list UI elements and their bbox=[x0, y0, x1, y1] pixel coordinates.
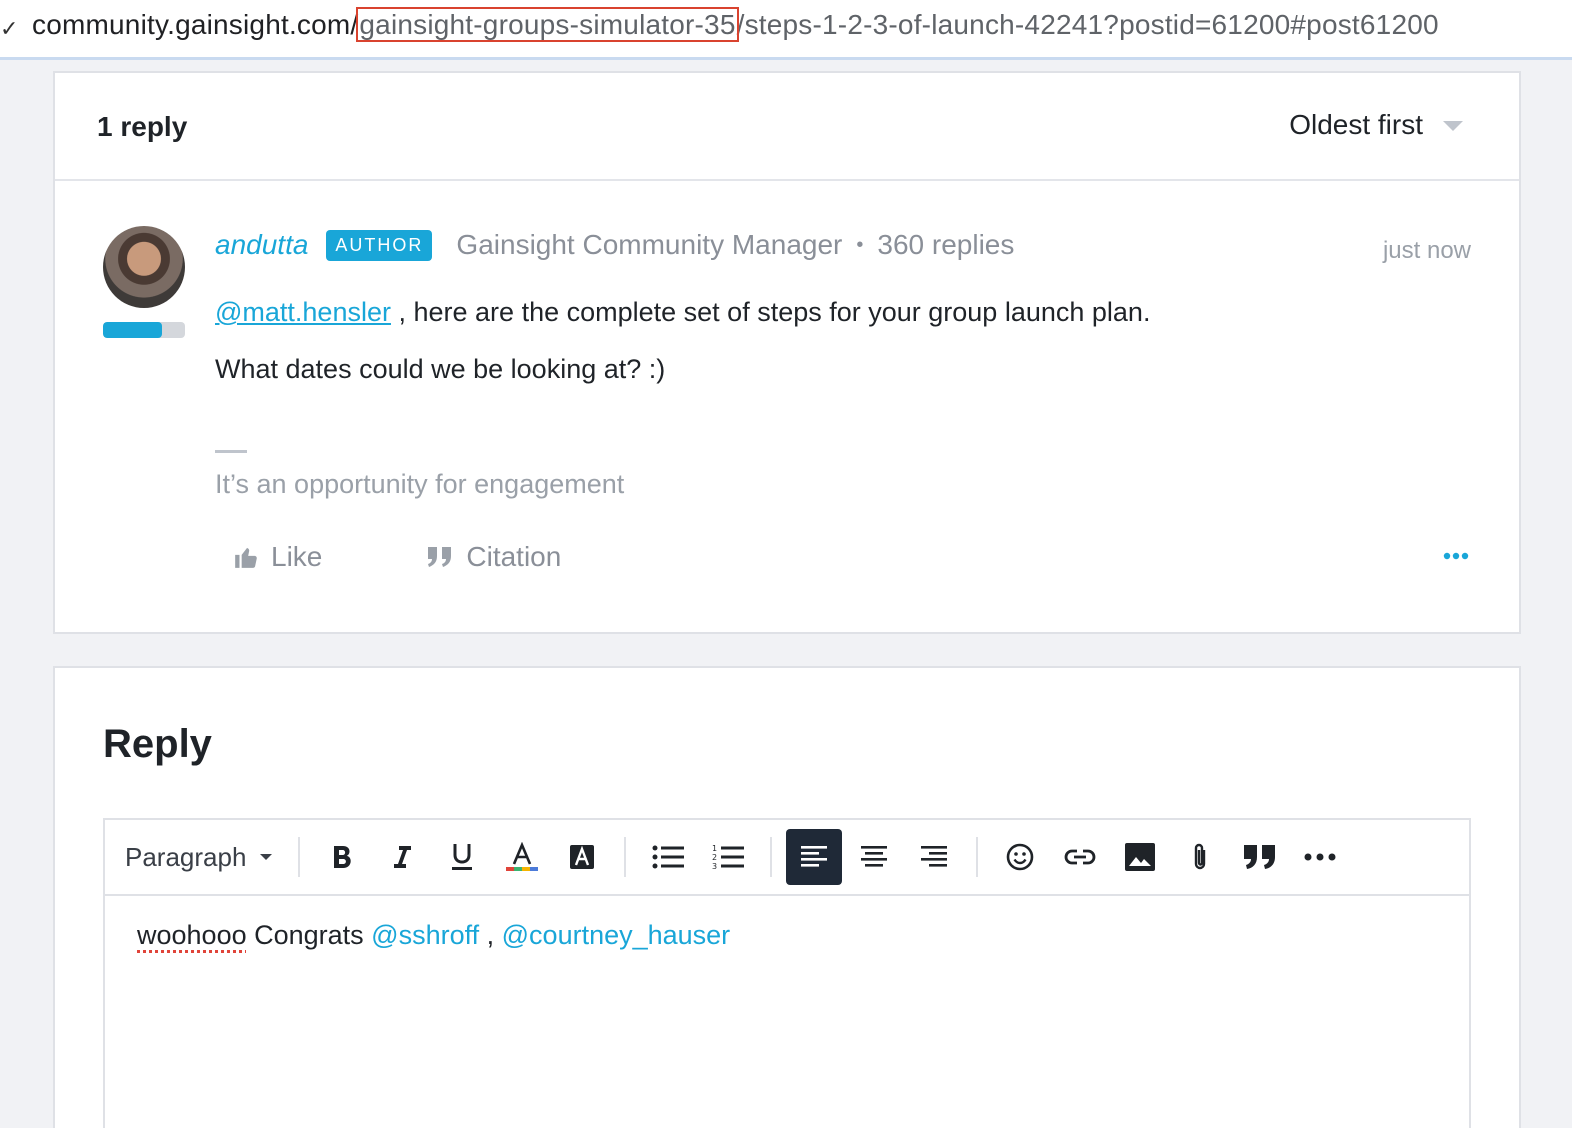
align-center-button[interactable] bbox=[846, 829, 902, 885]
url-suffix: /steps-1-2-3-of-launch-42241?postid=6120… bbox=[736, 9, 1439, 40]
text-color-button[interactable] bbox=[494, 829, 550, 885]
chevron-down-icon bbox=[260, 854, 273, 860]
link-button[interactable] bbox=[1052, 829, 1108, 885]
bullet-list-icon bbox=[652, 845, 685, 869]
meta-separator: • bbox=[856, 233, 864, 256]
editor-text-1: Congrats bbox=[246, 920, 372, 950]
attachment-button[interactable] bbox=[1172, 829, 1228, 885]
like-button[interactable]: Like bbox=[233, 541, 322, 573]
signature-divider bbox=[215, 450, 247, 453]
rank-progress-fill bbox=[103, 322, 163, 338]
svg-text:2: 2 bbox=[712, 853, 717, 862]
align-left-icon bbox=[801, 846, 828, 867]
align-right-button[interactable] bbox=[906, 829, 962, 885]
reply-count-heading: 1 reply bbox=[97, 111, 188, 142]
underline-icon bbox=[452, 844, 473, 870]
bullet-list-button[interactable] bbox=[640, 829, 696, 885]
reply-editor[interactable]: Paragraph 1 2 3 woohooo Congrats @sshrof… bbox=[103, 818, 1471, 1128]
list-group: 123 bbox=[626, 837, 773, 877]
text-color-icon bbox=[506, 842, 539, 871]
author-reply-count: 360 replies bbox=[877, 229, 1015, 260]
align-right-icon bbox=[921, 846, 948, 867]
quote-icon bbox=[1244, 845, 1276, 869]
author-role: Gainsight Community Manager bbox=[456, 229, 843, 260]
bold-button[interactable] bbox=[314, 829, 370, 885]
numbered-list-icon: 123 bbox=[712, 844, 745, 871]
editor-content[interactable]: woohooo Congrats @sshroff , @courtney_ha… bbox=[137, 920, 730, 951]
editor-text-2: , bbox=[479, 920, 502, 950]
emoji-button[interactable] bbox=[992, 829, 1048, 885]
more-icon bbox=[1304, 853, 1336, 861]
mention-courtney-hauser[interactable]: @courtney_hauser bbox=[502, 920, 731, 950]
insert-group bbox=[978, 837, 1362, 877]
replies-header: 1 reply Oldest first bbox=[55, 73, 1519, 181]
reply-card: Reply Paragraph 1 2 3 woohooo Congrats @… bbox=[53, 666, 1521, 1128]
url-highlight: gainsight-groups-simulator-35 bbox=[356, 7, 739, 42]
highlight-button[interactable] bbox=[554, 829, 610, 885]
image-icon bbox=[1125, 843, 1156, 871]
mention-link[interactable]: @matt.hensler bbox=[215, 297, 391, 327]
replies-card: 1 reply Oldest first andutta AUTHOR Gain… bbox=[53, 71, 1521, 634]
more-options-icon[interactable] bbox=[1443, 548, 1469, 566]
highlight-icon bbox=[570, 845, 595, 869]
quote-icon bbox=[426, 545, 454, 569]
rank-progress-bar bbox=[103, 322, 185, 338]
align-left-button[interactable] bbox=[786, 829, 843, 885]
italic-button[interactable] bbox=[374, 829, 430, 885]
post-actions: Like Citation bbox=[233, 541, 561, 573]
avatar[interactable] bbox=[103, 226, 185, 308]
like-label: Like bbox=[271, 541, 323, 572]
post-timestamp: just now bbox=[1382, 237, 1471, 264]
post-line-1: @matt.hensler , here are the complete se… bbox=[215, 292, 1150, 332]
paperclip-icon bbox=[1195, 843, 1206, 870]
post-meta: andutta AUTHOR Gainsight Community Manag… bbox=[215, 229, 1014, 261]
format-label: Paragraph bbox=[125, 841, 247, 872]
url-prefix: community.gainsight.com/ bbox=[32, 9, 359, 40]
citation-button[interactable]: Citation bbox=[426, 541, 561, 573]
chevron-down-icon bbox=[1443, 121, 1463, 131]
numbered-list-button[interactable]: 123 bbox=[700, 829, 756, 885]
align-center-icon bbox=[861, 846, 888, 867]
mention-sshroff[interactable]: @sshroff bbox=[371, 920, 479, 950]
url-text[interactable]: community.gainsight.com/gainsight-groups… bbox=[32, 7, 1439, 42]
underline-button[interactable] bbox=[434, 829, 490, 885]
sort-label: Oldest first bbox=[1289, 109, 1423, 140]
post-line-1-text: , here are the complete set of steps for… bbox=[398, 297, 1151, 327]
quote-button[interactable] bbox=[1232, 829, 1288, 885]
emoji-icon bbox=[1007, 843, 1034, 871]
author-link[interactable]: andutta bbox=[215, 229, 308, 261]
post-signature: It’s an opportunity for engagement bbox=[215, 469, 625, 499]
bold-icon bbox=[334, 846, 352, 868]
editor-toolbar: Paragraph 1 2 3 bbox=[105, 820, 1469, 896]
author-badge: AUTHOR bbox=[326, 229, 433, 261]
alignment-group bbox=[772, 829, 979, 885]
browser-address-bar[interactable]: ✓ community.gainsight.com/gainsight-grou… bbox=[0, 0, 1572, 60]
svg-text:1: 1 bbox=[712, 844, 717, 853]
link-icon bbox=[1065, 849, 1096, 865]
post-line-2: What dates could we be looking at? :) bbox=[215, 354, 666, 384]
sort-dropdown[interactable]: Oldest first bbox=[1289, 109, 1463, 141]
reply-heading: Reply bbox=[103, 722, 212, 766]
italic-icon bbox=[394, 846, 412, 868]
more-tools-button[interactable] bbox=[1292, 829, 1348, 885]
edit-icon: ✓ bbox=[0, 16, 19, 41]
post-body: @matt.hensler , here are the complete se… bbox=[215, 292, 1150, 406]
thumbs-up-icon bbox=[233, 544, 259, 570]
text-style-group bbox=[300, 837, 627, 877]
image-button[interactable] bbox=[1112, 829, 1168, 885]
svg-text:3: 3 bbox=[712, 862, 717, 871]
paragraph-format-dropdown[interactable]: Paragraph bbox=[105, 837, 301, 877]
citation-label: Citation bbox=[466, 541, 562, 572]
misspelled-word: woohooo bbox=[137, 920, 247, 950]
